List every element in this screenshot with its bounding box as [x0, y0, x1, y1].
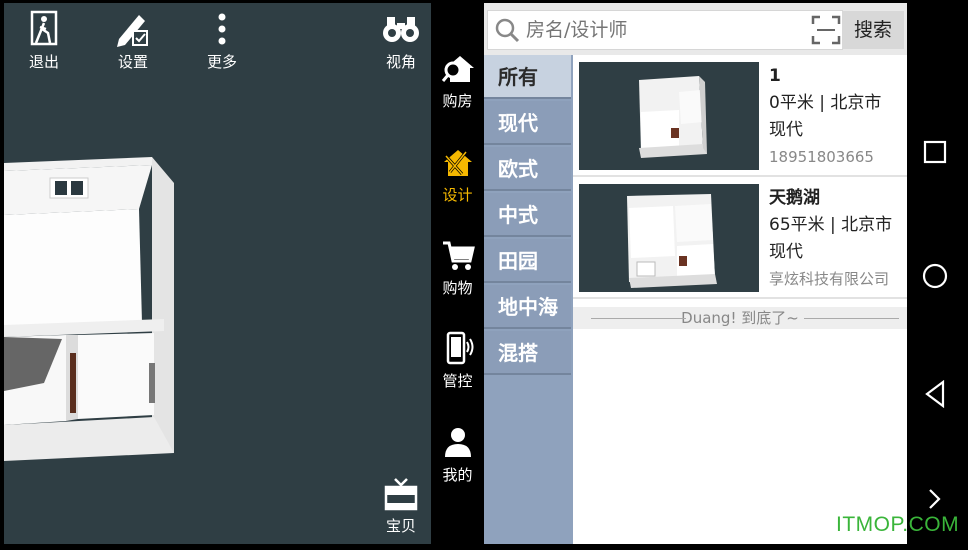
listing-contact: 18951803665: [769, 148, 874, 166]
category-modern[interactable]: 现代: [484, 101, 571, 145]
category-all[interactable]: 所有: [484, 55, 571, 99]
list-item[interactable]: 1 0平米 | 北京市 现代 18951803665: [573, 55, 907, 177]
nav-item-buy-house[interactable]: 购房: [431, 50, 484, 111]
nav-label-control: 管控: [442, 372, 473, 390]
nav-label-buy-house: 购房: [442, 92, 473, 110]
home-icon[interactable]: [921, 262, 949, 290]
list-end-notice: Duang! 到底了~: [573, 307, 907, 329]
listing-area-city: 0平米 | 北京市: [769, 93, 882, 113]
category-chinese[interactable]: 中式: [484, 193, 571, 237]
category-mediterranean[interactable]: 地中海: [484, 285, 571, 329]
list-item[interactable]: 天鹅湖 65平米 | 北京市 现代 享炫科技有限公司: [573, 177, 907, 299]
search-input[interactable]: [524, 16, 798, 44]
style-category-list: 所有 现代 欧式 中式 田园 地中海 混搭: [484, 55, 573, 544]
treasure-label: 宝贝: [385, 517, 416, 535]
nav-item-mine[interactable]: 我的: [431, 424, 484, 485]
category-mixed[interactable]: 混搭: [484, 331, 571, 375]
design-tools-icon: [443, 150, 472, 176]
nav-item-design[interactable]: 设计: [431, 144, 484, 205]
house-search-icon: [441, 56, 474, 82]
nav-label-mine: 我的: [442, 466, 473, 484]
listing-style: 现代: [769, 120, 803, 140]
design-browser-panel: 搜索 所有 现代 欧式 中式 田园 地中海 混搭 1 0平米 |: [484, 3, 907, 544]
nav-item-control[interactable]: 管控: [431, 330, 484, 391]
exit-button[interactable]: 退出: [14, 9, 74, 71]
treasure-button[interactable]: 宝贝: [371, 473, 431, 535]
search-bar: 搜索: [484, 3, 907, 55]
3d-design-canvas[interactable]: 退出 设置 更多 视角 宝贝: [4, 3, 431, 544]
view-angle-button[interactable]: 视角: [371, 9, 431, 71]
search-box: [487, 10, 843, 50]
more-label: 更多: [206, 53, 237, 71]
exit-label: 退出: [28, 53, 59, 71]
nav-label-design: 设计: [442, 186, 473, 204]
listing-name: 天鹅湖: [769, 188, 820, 208]
phone-control-icon: [446, 331, 473, 365]
settings-button[interactable]: 设置: [103, 9, 163, 71]
listing-contact: 享炫科技有限公司: [769, 270, 890, 288]
search-icon: [495, 18, 520, 43]
watermark: ITMOP.COM: [836, 513, 960, 536]
shopping-cart-icon: [442, 241, 475, 270]
person-icon: [444, 428, 471, 457]
listing-name: 1: [769, 66, 781, 86]
treasure-box-icon: [384, 478, 418, 511]
listing-area-city: 65平米 | 北京市: [769, 215, 893, 235]
back-icon[interactable]: [923, 380, 947, 408]
nav-item-shopping[interactable]: 购物: [431, 237, 484, 298]
edit-settings-icon: [117, 15, 148, 47]
nav-label-shopping: 购物: [442, 279, 473, 297]
3d-room-model[interactable]: [4, 153, 184, 473]
exit-icon: [30, 10, 58, 46]
scan-qr-icon[interactable]: [811, 15, 841, 45]
more-button[interactable]: 更多: [192, 9, 252, 71]
design-listing: 1 0平米 | 北京市 现代 18951803665 天鹅湖 65平米 | 北京…: [573, 55, 907, 544]
binoculars-icon: [383, 17, 419, 42]
settings-label: 设置: [117, 53, 148, 71]
view-angle-label: 视角: [385, 53, 416, 71]
category-pastoral[interactable]: 田园: [484, 239, 571, 283]
listing-info: 天鹅湖 65平米 | 北京市 现代 享炫科技有限公司: [769, 185, 907, 293]
design-thumbnail: [579, 62, 759, 170]
category-european[interactable]: 欧式: [484, 147, 571, 191]
chevron-right-icon[interactable]: [927, 488, 943, 510]
design-thumbnail: [579, 184, 759, 292]
search-button[interactable]: 搜索: [842, 11, 904, 49]
listing-style: 现代: [769, 242, 803, 262]
side-navigation: 购房 设计 购物 管控 我的: [431, 0, 484, 550]
recent-apps-icon[interactable]: [923, 140, 947, 164]
listing-info: 1 0平米 | 北京市 现代 18951803665: [769, 63, 907, 171]
more-dots-icon: [218, 13, 226, 45]
system-navigation-bar: [907, 0, 968, 550]
